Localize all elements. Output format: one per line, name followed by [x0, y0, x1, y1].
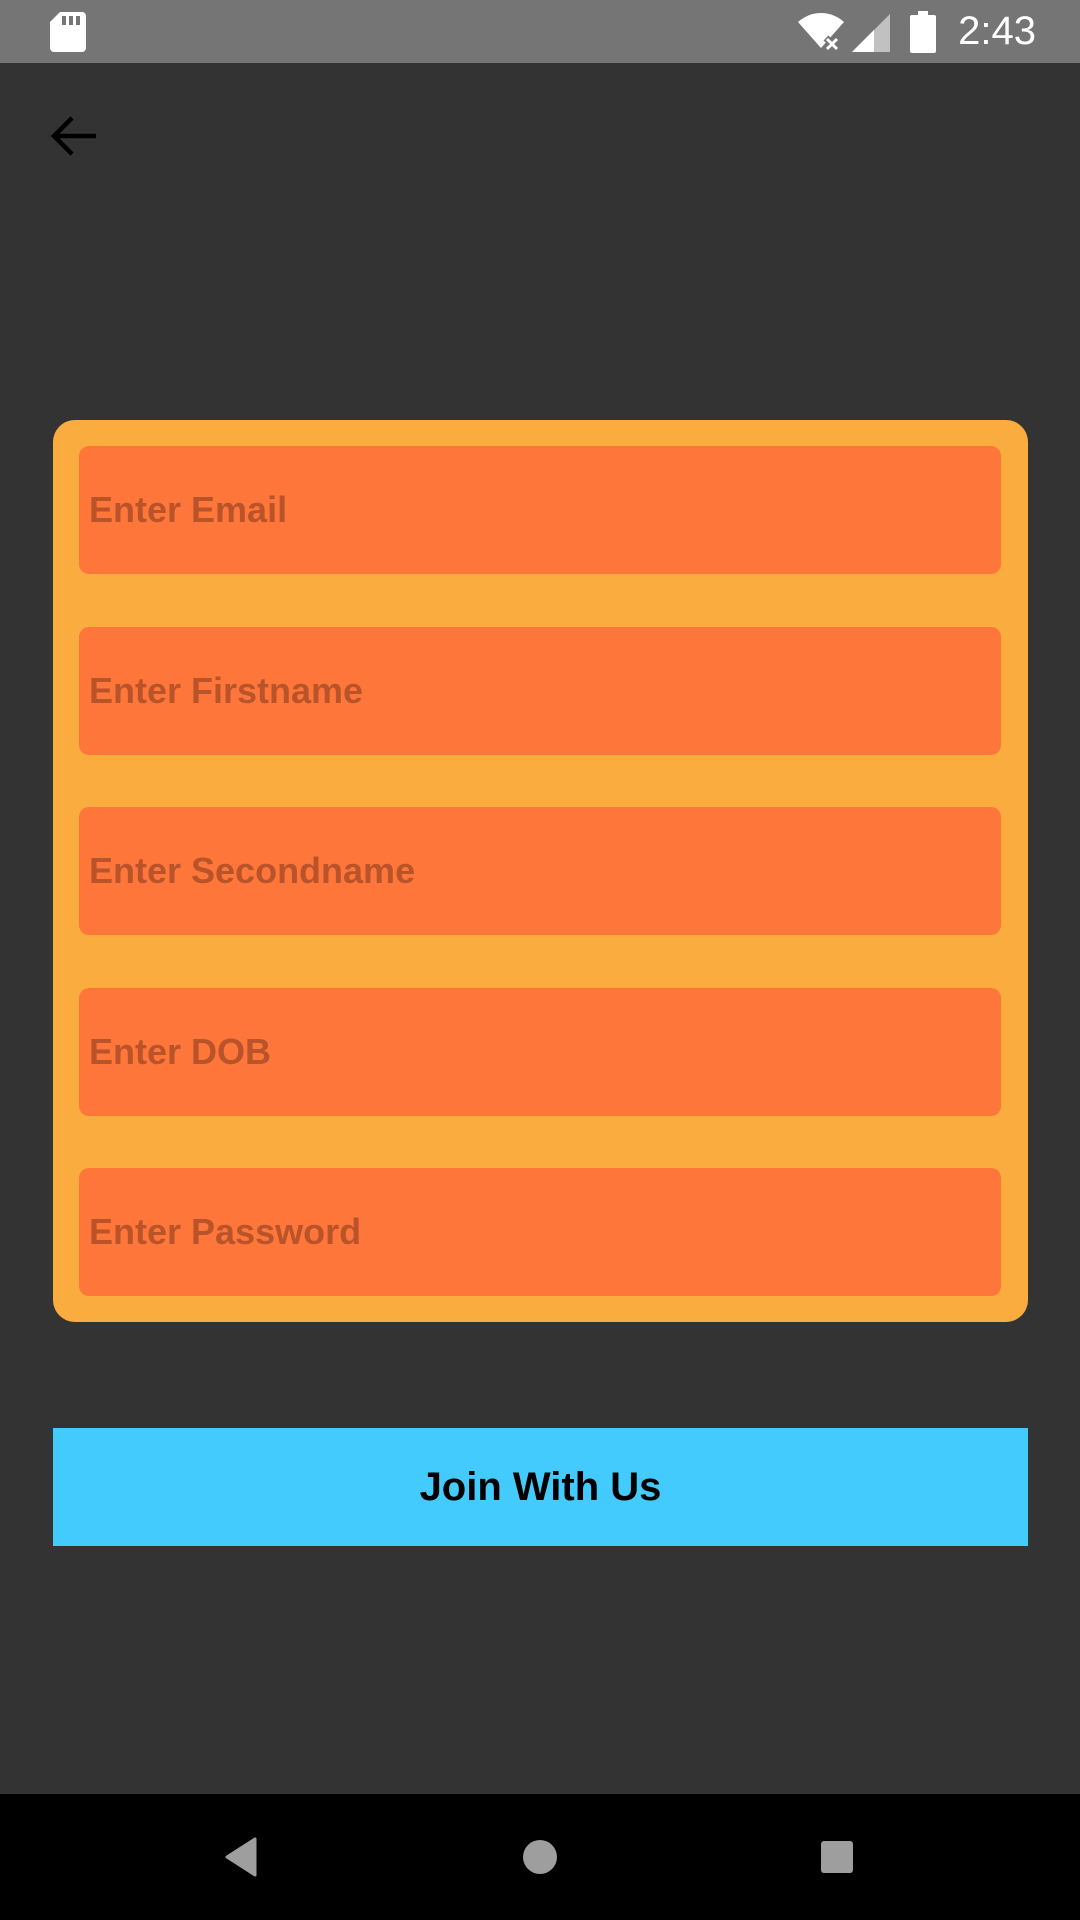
battery-icon — [910, 10, 937, 53]
status-bar: 2:43 — [0, 0, 1080, 63]
secondname-field[interactable] — [79, 807, 1001, 935]
nav-recents-button[interactable] — [799, 1819, 875, 1895]
firstname-field[interactable] — [79, 627, 1001, 755]
wifi-off-icon — [798, 12, 845, 52]
nav-home-button[interactable] — [502, 1819, 578, 1895]
home-circle-icon — [523, 1840, 557, 1874]
join-button-label: Join With Us — [419, 1464, 662, 1509]
back-triangle-icon — [225, 1837, 257, 1877]
dob-field[interactable] — [79, 988, 1001, 1116]
recents-square-icon — [821, 1841, 853, 1873]
sd-card-icon — [50, 12, 86, 52]
signup-form-card — [53, 420, 1028, 1322]
status-icons: 2:43 — [796, 0, 1080, 63]
join-with-us-button[interactable]: Join With Us — [53, 1428, 1028, 1546]
cell-signal-icon — [852, 13, 891, 52]
email-field[interactable] — [79, 446, 1001, 574]
status-time: 2:43 — [958, 9, 1036, 53]
back-button[interactable] — [38, 100, 110, 172]
system-nav-bar — [0, 1794, 1080, 1920]
arrow-left-icon — [50, 116, 96, 156]
nav-back-button[interactable] — [203, 1819, 279, 1895]
password-field[interactable] — [79, 1168, 1001, 1296]
